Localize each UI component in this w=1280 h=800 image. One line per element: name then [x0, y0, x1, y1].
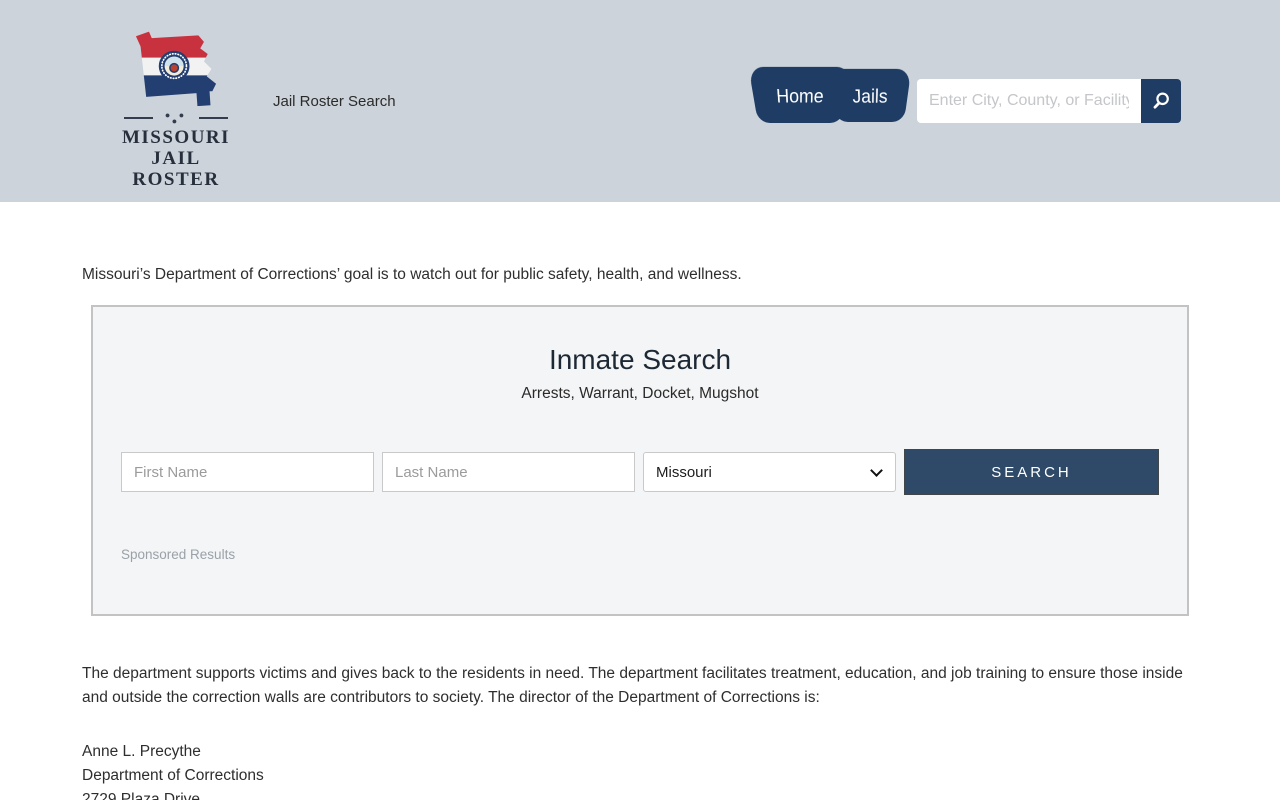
inmate-search-subtitle: Arrests, Warrant, Docket, Mugshot: [121, 385, 1159, 403]
inmate-search-button[interactable]: SEARCH: [904, 449, 1159, 495]
nav-tab-home[interactable]: Home: [748, 67, 851, 123]
logo-divider: ● ● ●: [124, 112, 228, 124]
facility-search-input[interactable]: [917, 79, 1141, 123]
last-name-field-wrap: [382, 452, 635, 492]
header-search: [917, 79, 1181, 123]
director-name: Anne L. Precythe: [82, 740, 1198, 764]
inmate-search-panel: Inmate Search Arrests, Warrant, Docket, …: [91, 305, 1189, 616]
last-name-input[interactable]: [382, 452, 635, 492]
address-line-department: Department of Corrections: [82, 764, 1198, 788]
main-nav: Home Jails: [758, 77, 904, 123]
site-logo[interactable]: ● ● ● MISSOURI JAIL ROSTER: [118, 26, 234, 190]
state-select[interactable]: Missouri: [643, 452, 896, 492]
inmate-search-title: Inmate Search: [121, 344, 1159, 376]
site-header: ● ● ● MISSOURI JAIL ROSTER Jail Roster S…: [0, 0, 1280, 202]
address-block: Anne L. Precythe Department of Correctio…: [82, 740, 1198, 800]
intro-text: Missouri’s Department of Corrections’ go…: [82, 266, 1198, 284]
state-select-wrap: Missouri: [643, 452, 896, 492]
logo-text-line2: JAIL ROSTER: [118, 148, 234, 190]
inmate-search-form: Missouri SEARCH: [121, 449, 1159, 495]
header-tagline: Jail Roster Search: [273, 93, 396, 110]
logo-text-line1: MISSOURI: [118, 127, 234, 148]
sponsored-results-label: Sponsored Results: [121, 547, 1159, 562]
first-name-input[interactable]: [121, 452, 374, 492]
missouri-flag-map-icon: [128, 26, 224, 108]
first-name-field-wrap: [121, 452, 374, 492]
address-line-street: 2729 Plaza Drive: [82, 788, 1198, 800]
department-paragraph: The department supports victims and give…: [82, 662, 1198, 710]
search-icon: [1150, 90, 1172, 112]
main-content: Missouri’s Department of Corrections’ go…: [82, 266, 1198, 800]
facility-search-button[interactable]: [1141, 79, 1181, 123]
